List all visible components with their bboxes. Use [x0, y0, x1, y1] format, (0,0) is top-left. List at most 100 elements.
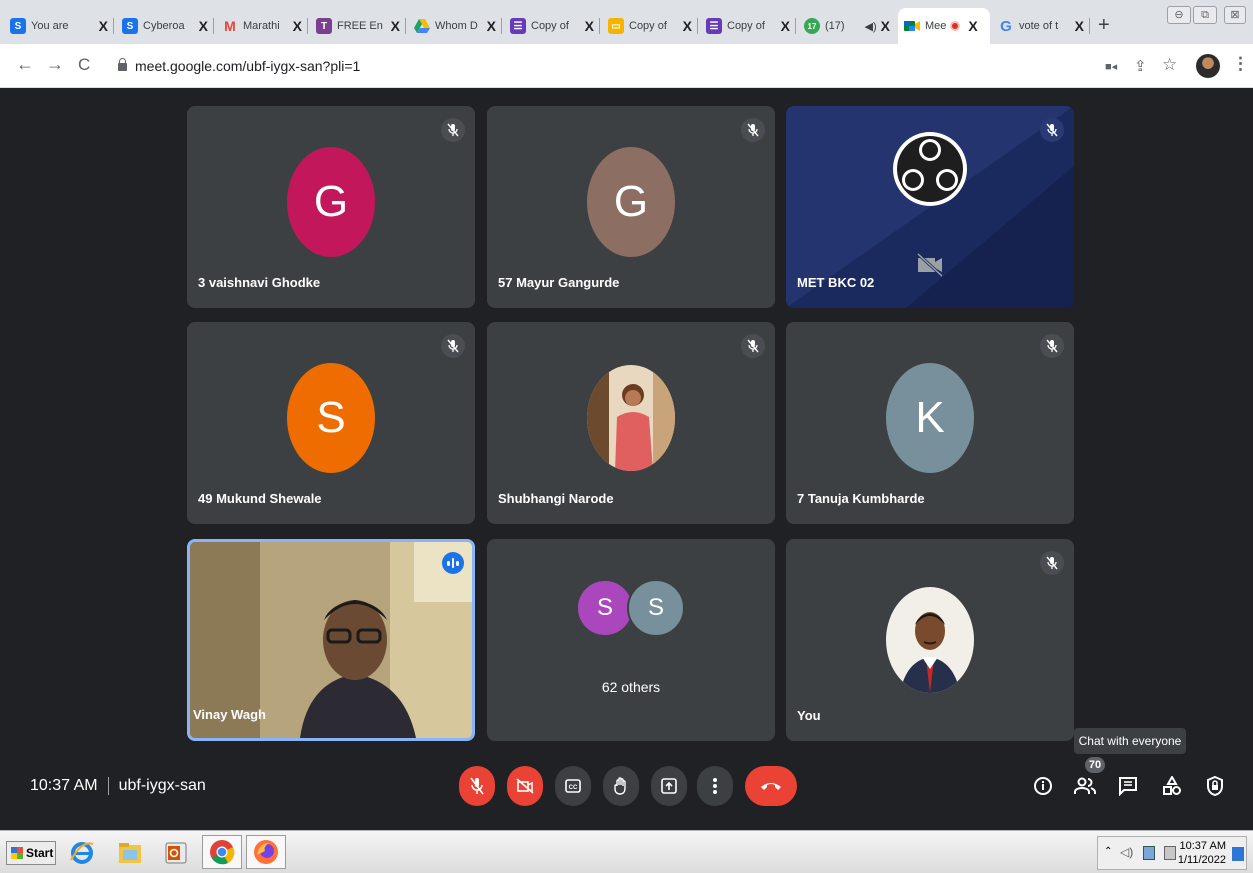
participant-tile[interactable]: MET BKC 02 [786, 106, 1074, 308]
browser-tab[interactable]: G vote of t X [992, 8, 1090, 44]
tab-close-icon[interactable]: X [391, 18, 400, 34]
browser-tab[interactable]: ☰ Copy of X [504, 8, 600, 44]
mic-toggle-button[interactable] [459, 766, 495, 806]
back-arrow-icon[interactable]: ← [16, 54, 34, 75]
tab-close-icon[interactable]: X [99, 18, 108, 34]
file-explorer-icon[interactable] [114, 837, 146, 869]
others-count-label: 62 others [601, 679, 661, 695]
mic-off-icon [441, 118, 465, 142]
browser-tab[interactable]: S You are X [4, 8, 114, 44]
new-tab-plus-icon[interactable]: + [1098, 14, 1110, 37]
participant-tile[interactable]: G 57 Mayur Gangurde [487, 106, 775, 308]
clock-time: 10:37 AM [1179, 840, 1226, 852]
tab-title: Copy of [531, 20, 569, 32]
participant-avatar: S [287, 363, 375, 473]
participant-avatar: K [886, 363, 974, 473]
show-desktop-icon[interactable] [1232, 847, 1244, 861]
leave-call-button[interactable] [745, 766, 797, 806]
tab-audio-icon[interactable]: ◀) [865, 20, 877, 33]
browser-toolbar: ← → C meet.google.com/ubf-iygx-san?pli=1… [0, 44, 1253, 88]
participant-count-badge: 70 [1085, 757, 1105, 773]
participant-tile[interactable]: G 3 vaishnavi Ghodke [187, 106, 475, 308]
browser-tab[interactable]: M Marathi X [216, 8, 308, 44]
mic-off-icon [1040, 551, 1064, 575]
volume-icon[interactable]: ◁) [1120, 845, 1133, 859]
activities-icon[interactable] [1160, 774, 1184, 798]
reload-icon[interactable]: C [78, 55, 90, 75]
tab-close-icon[interactable]: X [881, 18, 890, 34]
host-controls-icon[interactable] [1203, 774, 1227, 798]
participant-name: Vinay Wagh [193, 707, 266, 722]
participant-tile[interactable]: S 49 Mukund Shewale [187, 322, 475, 524]
tab-title: Marathi [243, 20, 280, 32]
browser-tab-active[interactable]: Mee X [898, 8, 990, 44]
participant-name: 57 Mayur Gangurde [498, 275, 620, 290]
meeting-info-icon[interactable] [1031, 774, 1055, 798]
tab-close-icon[interactable]: X [683, 18, 692, 34]
browser-tab[interactable]: ☰ Copy of X [700, 8, 796, 44]
participant-tile-self[interactable]: You [786, 539, 1074, 741]
tab-close-icon[interactable]: X [199, 18, 208, 34]
browser-menu-icon[interactable]: ⋮ [1232, 54, 1249, 74]
captions-button[interactable]: CC [555, 766, 591, 806]
participant-avatar: G [287, 147, 375, 257]
share-icon[interactable]: ⇪ [1134, 57, 1147, 75]
device-icon[interactable] [1164, 846, 1176, 860]
tab-title: Mee [925, 20, 947, 32]
restore-window-icon[interactable]: ⧉ [1193, 6, 1217, 24]
browser-tab[interactable]: S Cyberoa X [116, 8, 214, 44]
forward-arrow-icon[interactable]: → [46, 54, 64, 75]
present-screen-button[interactable] [651, 766, 687, 806]
browser-tab[interactable]: 17 (17) ◀) X [798, 8, 896, 44]
camera-toggle-button[interactable] [507, 766, 543, 806]
google-icon: G [1000, 17, 1012, 35]
tab-title: Cyberoa [143, 20, 185, 32]
tab-title: FREE En [337, 20, 383, 32]
camera-in-use-icon[interactable]: ■◂ [1105, 60, 1117, 73]
speaking-indicator-icon [442, 552, 464, 574]
tab-close-icon[interactable]: X [293, 18, 302, 34]
participant-tile-speaking[interactable]: Vinay Wagh [187, 539, 475, 741]
tab-favicon-icon: T [316, 18, 332, 34]
tray-expand-icon[interactable]: ⌃ [1104, 846, 1112, 857]
others-avatar: S [576, 579, 634, 637]
start-button[interactable]: Start [6, 841, 56, 865]
browser-tab[interactable]: T FREE En X [310, 8, 406, 44]
participant-tile[interactable]: Shubhangi Narode [487, 322, 775, 524]
minimize-window-icon[interactable]: ⊖ [1167, 6, 1191, 24]
taskbar-clock[interactable]: 10:37 AM 1/11/2022 [1178, 839, 1226, 867]
browser-tab[interactable]: ▭ Copy of X [602, 8, 698, 44]
participant-tile[interactable]: K 7 Tanuja Kumbharde [786, 322, 1074, 524]
outlook-icon[interactable] [160, 837, 192, 869]
bookmark-star-icon[interactable]: ☆ [1162, 55, 1177, 75]
chat-icon[interactable] [1116, 774, 1140, 798]
windows-taskbar: Start ⌃ ◁) 10:37 AM 1/11/2022 [0, 830, 1253, 873]
tab-title: You are [31, 20, 69, 32]
tab-close-icon[interactable]: X [585, 18, 594, 34]
tab-title: vote of t [1019, 20, 1059, 32]
close-window-icon[interactable]: ⊠ [1224, 6, 1246, 24]
address-bar[interactable]: meet.google.com/ubf-iygx-san?pli=1 [108, 51, 1078, 81]
browser-tab[interactable]: Whom D X [408, 8, 502, 44]
meeting-code[interactable]: ubf-iygx-san [119, 777, 206, 795]
profile-avatar[interactable] [1196, 54, 1220, 78]
network-warning-icon[interactable] [1143, 846, 1155, 860]
others-tile[interactable]: S S 62 others [487, 539, 775, 741]
raise-hand-button[interactable] [603, 766, 639, 806]
tab-favicon-icon: S [122, 18, 138, 34]
firefox-icon[interactable] [246, 835, 286, 869]
chrome-icon[interactable] [202, 835, 242, 869]
people-icon[interactable] [1073, 774, 1097, 798]
recording-icon [950, 21, 961, 31]
google-forms-icon: ☰ [510, 18, 526, 34]
internet-explorer-icon[interactable] [66, 837, 98, 869]
mic-off-icon [741, 118, 765, 142]
tab-close-icon[interactable]: X [487, 18, 496, 34]
google-meet-icon [904, 18, 920, 34]
mic-off-icon [1040, 118, 1064, 142]
tab-close-icon[interactable]: X [1075, 18, 1084, 34]
tab-close-icon[interactable]: X [968, 18, 977, 34]
mic-off-icon [1040, 334, 1064, 358]
tab-close-icon[interactable]: X [781, 18, 790, 34]
more-options-button[interactable] [697, 766, 733, 806]
